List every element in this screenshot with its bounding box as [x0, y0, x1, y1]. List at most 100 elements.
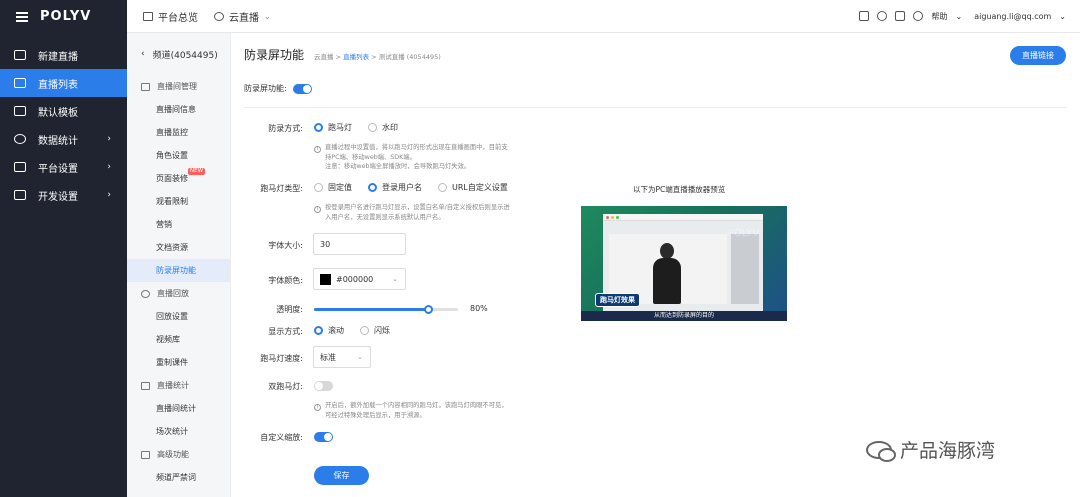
custom-zoom-toggle[interactable] — [314, 432, 333, 442]
sidebar-item-dev-settings[interactable]: 开发设置 › — [0, 181, 127, 209]
subnav-item-page-decor[interactable]: 页面装修 NEW — [127, 167, 230, 190]
info-icon: i — [314, 404, 321, 411]
radio-label: 闪烁 — [374, 326, 390, 335]
display-radio-blink[interactable]: 闪烁 — [360, 325, 390, 336]
subnav-item-anti-record[interactable]: 防录屏功能 — [127, 259, 230, 282]
hint-line: 入用户名，无设置则显示系统默认用户名。 — [325, 214, 445, 221]
subnav-group-playback[interactable]: 直播回放 — [127, 282, 230, 305]
hint-line: 注意：移动web端全屏播放时，会导致跑马灯失效。 — [325, 163, 471, 170]
top-bar: 平台总览 云直播 ⌄ 帮助 ⌄ aiguang.li@qq.com ⌄ — [127, 0, 1080, 33]
radio-label: 登录用户名 — [382, 183, 422, 192]
subnav-item-room-stats[interactable]: 直播间统计 — [127, 397, 230, 420]
subnav-item-role-settings[interactable]: 角色设置 — [127, 144, 230, 167]
subnav-group-label: 高级功能 — [157, 450, 189, 459]
preview-caption: 以下为PC端直播播放器预览 — [633, 185, 726, 194]
sidebar-item-new-live[interactable]: 新建直播 — [0, 41, 127, 69]
type-radio-fixed[interactable]: 固定值 — [314, 182, 352, 193]
platform-overview-link[interactable]: 平台总览 — [143, 9, 198, 24]
help-menu[interactable]: 帮助 — [931, 11, 947, 22]
font-color-picker[interactable]: #000000 ⌄ — [313, 268, 406, 290]
hint-line: 直播过程中设置值，将以跑马灯的形式出现在直播画面中，目前支 — [325, 144, 508, 151]
preview-watermark: POLYV — [728, 228, 760, 239]
subnav-group-live-stats[interactable]: 直播统计 — [127, 374, 230, 397]
channel-label: 频道(4054495) — [152, 50, 218, 61]
sidebar-item-label: 数据统计 — [38, 135, 78, 147]
advanced-icon — [141, 450, 150, 459]
play-icon — [141, 289, 150, 298]
radio-dot — [314, 123, 323, 132]
breadcrumb-item[interactable]: 云直播 > — [314, 53, 343, 61]
platform-overview-label: 平台总览 — [158, 12, 198, 24]
sidebar-item-live-list[interactable]: 直播列表 — [0, 69, 127, 97]
display-radio-group: 滚动 闪烁 — [314, 325, 406, 336]
user-email[interactable]: aiguang.li@qq.com — [974, 12, 1051, 21]
subnav-item-playback-settings[interactable]: 回放设置 — [127, 305, 230, 328]
speed-label: 跑马灯速度: — [260, 354, 303, 363]
double-hint: i 开启后，额外加载一个内容相同的跑马灯，该跑马灯肉眼不可见， 可经过特殊处理后显… — [314, 401, 554, 420]
download-icon[interactable] — [877, 11, 888, 21]
mode-radio-watermark[interactable]: 水印 — [368, 122, 398, 133]
mode-label: 防录方式: — [268, 124, 303, 133]
code-icon — [14, 190, 26, 200]
subnav-item-room-info[interactable]: 直播间信息 — [127, 98, 230, 121]
opacity-label: 透明度: — [276, 305, 303, 314]
sidebar-item-label: 默认模板 — [38, 107, 78, 119]
anti-record-toggle[interactable] — [292, 83, 312, 94]
mode-radio-group: 跑马灯 水印 — [314, 122, 414, 133]
radio-label: 固定值 — [328, 183, 352, 192]
subnav-item-doc-resources[interactable]: 文档资源 — [127, 236, 230, 259]
sidebar-item-label: 直播列表 — [38, 79, 78, 91]
subnav-item-banned-words[interactable]: 频道严禁词 — [127, 466, 230, 489]
type-radio-username[interactable]: 登录用户名 — [368, 182, 422, 193]
subnav-item-video-library[interactable]: 视频库 — [127, 328, 230, 351]
stats-icon — [141, 381, 150, 390]
double-marquee-toggle[interactable] — [314, 381, 333, 391]
slider-handle[interactable] — [424, 305, 434, 314]
hint-line: 开启后，额外加载一个内容相同的跑马灯，该跑马灯肉眼不可见， — [325, 402, 508, 409]
new-badge: NEW — [188, 168, 206, 175]
sidebar-item-statistics[interactable]: 数据统计 › — [0, 125, 127, 153]
cube-icon — [214, 11, 224, 21]
presenter-figure — [660, 243, 674, 259]
preview-browser-bar — [603, 214, 763, 221]
home-icon — [143, 11, 153, 21]
double-label: 双跑马灯: — [268, 382, 303, 391]
hamburger-menu-icon[interactable] — [16, 11, 28, 22]
subnav-group-label: 直播回放 — [157, 289, 189, 298]
save-button[interactable]: 保存 — [314, 466, 369, 485]
message-icon[interactable] — [859, 11, 870, 21]
subnav-group-room-management[interactable]: 直播间管理 — [127, 75, 230, 98]
subnav-item-marketing[interactable]: 营销 — [127, 213, 230, 236]
sidebar-item-default-template[interactable]: 默认模板 — [0, 97, 127, 125]
subnav-item-remake-courseware[interactable]: 重制课件 — [127, 351, 230, 374]
chevron-down-icon: ⌄ — [264, 11, 271, 21]
breadcrumb-item[interactable]: 直播列表 — [343, 53, 369, 61]
cloud-live-dropdown[interactable]: 云直播 ⌄ — [214, 9, 271, 24]
back-to-channel[interactable]: ‹ 频道(4054495) — [127, 33, 230, 75]
radio-label: URL自定义设置 — [452, 183, 508, 192]
hint-line: 持PC端、移动web端、SDK端。 — [325, 154, 416, 161]
type-radio-url[interactable]: URL自定义设置 — [438, 182, 508, 193]
template-icon — [14, 106, 26, 116]
chevron-down-icon: ⌄ — [392, 275, 398, 283]
font-size-input[interactable]: 30 — [313, 233, 406, 255]
chevron-down-icon: ⌄ — [955, 11, 963, 21]
chevron-left-icon: ‹ — [141, 49, 145, 59]
opacity-slider[interactable] — [314, 305, 458, 314]
sidebar-item-platform-settings[interactable]: 平台设置 › — [0, 153, 127, 181]
video-camera-icon — [14, 50, 26, 60]
mode-radio-marquee[interactable]: 跑马灯 — [314, 122, 352, 133]
subnav-item-session-stats[interactable]: 场次统计 — [127, 420, 230, 443]
live-link-button[interactable]: 直播链接 — [1010, 46, 1066, 65]
subnav-group-advanced[interactable]: 高级功能 — [127, 443, 230, 466]
notification-icon[interactable] — [913, 11, 924, 21]
radio-label: 滚动 — [328, 326, 344, 335]
chevron-down-icon: ⌄ — [1059, 11, 1066, 21]
display-radio-scroll[interactable]: 滚动 — [314, 325, 344, 336]
mail-icon[interactable] — [895, 11, 906, 21]
subnav-item-watch-limits[interactable]: 观看限制 — [127, 190, 230, 213]
chevron-right-icon: › — [107, 134, 111, 144]
speed-select[interactable]: 标准 ⌄ — [313, 346, 371, 368]
breadcrumb: 云直播 > 直播列表 > 测试直播 (4054495) — [314, 51, 441, 61]
subnav-item-live-monitor[interactable]: 直播监控 — [127, 121, 230, 144]
